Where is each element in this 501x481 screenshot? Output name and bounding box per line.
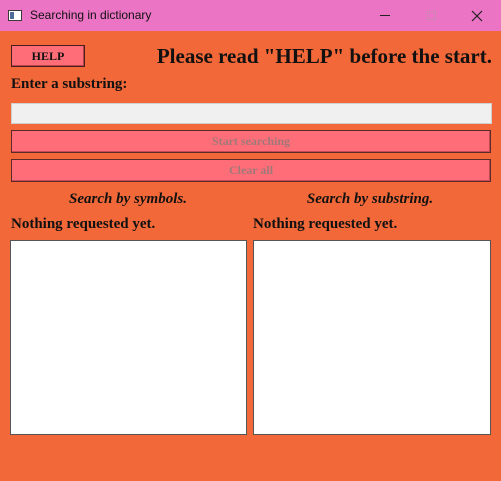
close-icon [471,10,483,21]
clear-all-button[interactable]: Clear all [11,159,491,182]
close-button[interactable] [454,0,500,31]
maximize-button[interactable] [408,0,454,31]
symbols-status-text: Nothing requested yet. [11,216,156,232]
substring-status-text: Nothing requested yet. [253,216,398,232]
start-searching-button[interactable]: Start searching [11,130,491,153]
symbols-results-list[interactable] [10,240,247,435]
app-window: Searching in dictionary HELP Please read… [0,0,501,481]
help-button[interactable]: HELP [11,45,85,67]
title-bar[interactable]: Searching in dictionary [0,0,501,31]
window-title: Searching in dictionary [30,8,152,22]
search-by-substring-heading: Search by substring. [306,191,434,207]
search-by-symbols-heading: Search by symbols. [69,191,187,207]
substring-input[interactable] [11,103,492,124]
substring-results-list[interactable] [253,240,491,435]
minimize-icon [380,15,390,16]
substring-prompt-label: Enter a substring: [11,76,128,92]
help-notice: Please read "HELP" before the start. [156,44,492,68]
maximize-icon [426,11,436,20]
app-window-icon [8,10,22,21]
minimize-button[interactable] [362,0,408,31]
